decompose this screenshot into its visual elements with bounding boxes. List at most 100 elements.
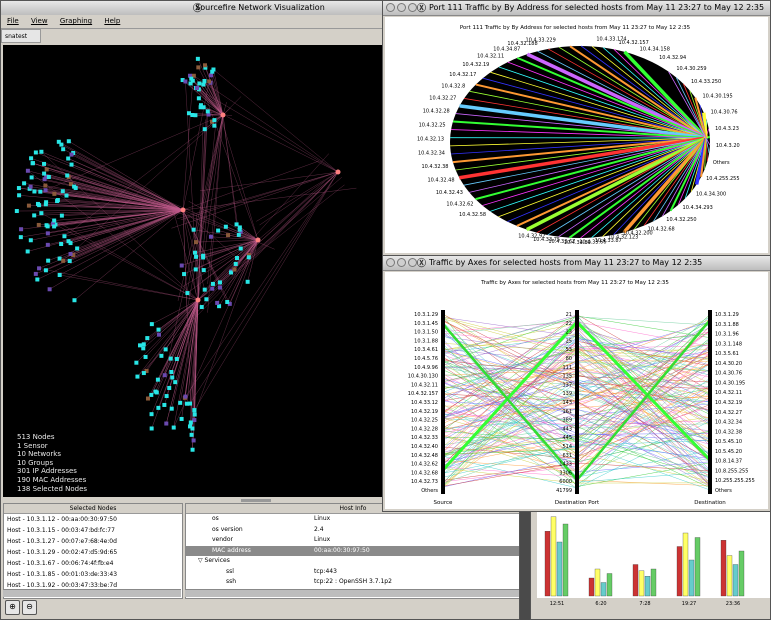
graph-node — [69, 152, 74, 157]
list-item[interactable]: Host - 10.3.1.15 - 00:03:47:bd:fc:77 — [4, 525, 182, 536]
graph-node — [149, 412, 154, 417]
axis-tick-label: 10.4.32.11 — [411, 382, 438, 388]
axis-tick-label: 10.4.32.38 — [715, 429, 742, 435]
selected-nodes-list[interactable]: Host - 10.3.1.12 - 00:aa:00:30:97:50 Host… — [4, 514, 182, 591]
selected-nodes-scrollbar[interactable] — [3, 589, 181, 597]
graph-edge — [71, 154, 184, 211]
graph-node — [169, 406, 174, 411]
axis-tick-label: 23 — [566, 330, 572, 336]
graph-node — [68, 251, 73, 256]
pie-chart-window: Ⓧ Port 111 Traffic by By Address for sel… — [382, 0, 771, 256]
pie-titlebar[interactable]: Ⓧ Port 111 Traffic by By Address for sel… — [383, 1, 770, 16]
bar-x-label: 19:27 — [682, 601, 696, 607]
list-item[interactable]: Host - 10.3.1.85 - 00:01:03:de:33:43 — [4, 569, 182, 580]
host-info-row[interactable]: ssl tcp:443 — [186, 567, 519, 578]
graph-node — [205, 109, 210, 114]
axis-tick-label: 161 — [562, 409, 572, 415]
graph-node — [56, 139, 61, 144]
graph-edge — [64, 114, 224, 237]
menu-file[interactable]: File — [7, 17, 19, 25]
host-info-row[interactable]: vendor Linux — [186, 535, 519, 546]
host-info-row[interactable]: os version 2.4 — [186, 525, 519, 536]
graph-node — [182, 272, 187, 277]
graph-node — [43, 268, 48, 273]
graph-node — [179, 263, 184, 268]
pie-label: Others — [713, 160, 730, 166]
graph-node — [19, 227, 24, 232]
bar — [544, 531, 551, 597]
menu-graphing[interactable]: Graphing — [60, 17, 92, 25]
axis-tick-label: 1433 — [559, 462, 572, 468]
axis-tick-label: 10.255.255.255 — [715, 478, 755, 484]
axes-titlebar[interactable]: Ⓧ Traffic by Axes for selected hosts fro… — [383, 256, 770, 271]
graph-node — [238, 246, 243, 251]
axis-tick-label: 10.4.30.195 — [715, 380, 745, 386]
graph-node — [223, 224, 228, 229]
minimize-icon[interactable] — [397, 258, 406, 267]
axis-tick-label: Others — [715, 488, 732, 494]
axis-tick-label: 10.5.45.10 — [715, 439, 742, 445]
graph-node — [37, 266, 42, 271]
graph-hub — [255, 237, 261, 243]
host-info-key: os — [212, 515, 219, 522]
graph-node — [162, 402, 167, 407]
graph-node — [37, 203, 42, 208]
list-item[interactable]: Host - 10.3.1.67 - 00:06:74:4f:fb:e4 — [4, 558, 182, 569]
graph-node — [193, 267, 198, 272]
axis-tick-label: 10.4.9.96 — [414, 365, 438, 371]
graph-node — [57, 272, 62, 277]
graph-node — [145, 396, 150, 401]
graph-node — [202, 127, 207, 132]
minimize-icon[interactable] — [397, 3, 406, 12]
graph-edge — [182, 209, 188, 314]
list-item[interactable]: Host - 10.3.1.29 - 00:02:47:d5:9d:65 — [4, 547, 182, 558]
graph-node — [164, 421, 169, 426]
selected-nodes-panel: Selected Nodes Host - 10.3.1.12 - 00:aa:… — [3, 503, 183, 599]
axis-tick-label: 10.4.32.33 — [411, 435, 438, 441]
close-icon[interactable] — [386, 3, 395, 12]
pie-label: 10.4.32.13 — [417, 136, 444, 142]
graph-node — [193, 240, 198, 245]
list-item[interactable]: Host - 10.3.1.12 - 00:aa:00:30:97:50 — [4, 514, 182, 525]
axis-tick-label: 10.3.5.61 — [715, 351, 739, 357]
graph-edge — [222, 114, 240, 235]
axis-tick-label: 137 — [562, 382, 572, 388]
axis-tick-label: 10.3.1.88 — [414, 338, 438, 344]
host-info-scrollbar[interactable] — [185, 589, 519, 597]
list-item[interactable]: Host - 10.3.1.27 - 00:07:e7:68:4e:0d — [4, 536, 182, 547]
maximize-icon[interactable] — [408, 3, 417, 12]
axis-tick-label: 10.4.5.76 — [414, 356, 438, 362]
axis-tick-label: 10.8.255.255 — [715, 468, 748, 474]
host-info-row[interactable]: ▽ Services — [186, 556, 519, 567]
close-icon[interactable] — [386, 258, 395, 267]
pie-label: 10.4.32.38 — [421, 164, 448, 170]
pie-chart-title: Port 111 Traffic by By Address for selec… — [460, 25, 691, 31]
graph-node — [43, 183, 48, 188]
graph-node — [35, 277, 40, 282]
graph-node — [215, 300, 220, 305]
graph-node — [186, 111, 191, 116]
tab-snatest[interactable]: snatest — [1, 29, 41, 43]
zoom-out-button[interactable]: ⊖ — [22, 600, 37, 615]
maximize-icon[interactable] — [408, 258, 417, 267]
host-info-row[interactable]: os Linux — [186, 514, 519, 525]
axis-title: Destination — [694, 500, 726, 506]
axis-tick-label: 10.5.45.20 — [715, 449, 742, 455]
graph-node — [36, 222, 41, 227]
menu-help[interactable]: Help — [104, 17, 120, 25]
host-info-row[interactable]: ssh tcp:22 : OpenSSH 3.7.1p2 — [186, 577, 519, 588]
host-info-table[interactable]: os Linux os version 2.4 vendor Linux MAC addre… — [186, 514, 519, 588]
bar — [688, 559, 695, 597]
graph-node — [162, 373, 167, 378]
graph-node — [75, 246, 80, 251]
graph-node — [45, 242, 50, 247]
graph-node — [57, 256, 62, 261]
axis-tick-label: 10.4.32.68 — [411, 470, 438, 476]
axis-tick-label: Others — [421, 488, 438, 494]
host-info-row[interactable]: MAC address 00:aa:00:30:97:50 — [186, 545, 519, 556]
splitter-handle[interactable] — [241, 499, 271, 502]
menu-view[interactable]: View — [31, 17, 48, 25]
stat-mac-addresses: 190 MAC Addresses — [17, 475, 87, 484]
axis-tick-label: 10.4.33.12 — [411, 400, 438, 406]
zoom-in-button[interactable]: ⊕ — [5, 600, 20, 615]
